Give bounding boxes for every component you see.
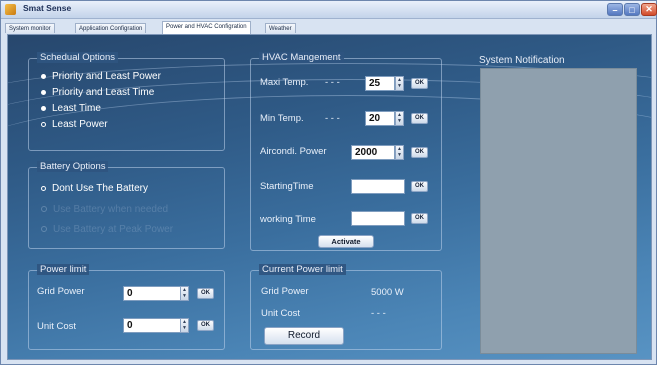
working-time-input[interactable] — [351, 211, 405, 226]
spin-down-icon: ▼ — [397, 83, 402, 89]
close-icon: ✕ — [645, 4, 653, 14]
tab-weather[interactable]: Weather — [265, 23, 296, 33]
spin-down-icon: ▼ — [397, 118, 402, 124]
min-temp-dash: - - - — [325, 113, 340, 124]
window-title: Smat Sense — [23, 3, 72, 13]
tab-power-and-hvac-configration[interactable]: Power and HVAC Configration — [162, 21, 251, 34]
max-temp-ok-button[interactable]: OK — [411, 78, 428, 89]
radio-empty-icon — [41, 206, 47, 213]
current-grid-power-label: Grid Power — [261, 286, 309, 297]
close-button[interactable]: ✕ — [641, 3, 657, 16]
unit-cost-input[interactable]: 0 — [123, 318, 181, 333]
starting-time-input[interactable] — [351, 179, 405, 194]
battery-option-use-when-needed[interactable]: Use Battery when needed — [41, 204, 168, 215]
radio-label: Priority and Least Time — [52, 87, 155, 98]
starting-time-ok-button[interactable]: OK — [411, 181, 428, 192]
schedual-option-priority-least-power[interactable]: Priority and Least Power — [41, 71, 161, 82]
power-limit-legend: Power limit — [37, 264, 90, 275]
current-grid-power-value: 5000 W — [371, 287, 404, 298]
radio-label: Dont Use The Battery — [52, 183, 148, 194]
min-temp-spinner[interactable]: ▲ ▼ — [395, 111, 404, 126]
spin-down-icon: ▼ — [182, 293, 187, 299]
battery-options-group: Battery Options Dont Use The Battery Use… — [28, 161, 225, 249]
schedual-option-priority-least-time[interactable]: Priority and Least Time — [41, 87, 154, 98]
current-power-limit-group: Current Power limit Grid Power 5000 W Un… — [250, 264, 442, 350]
radio-label: Priority and Least Power — [52, 71, 161, 82]
title-bar: Smat Sense – □ ✕ — [1, 1, 657, 19]
battery-option-use-at-peak[interactable]: Use Battery at Peak Power — [41, 224, 173, 235]
max-temp-input[interactable]: 25 — [365, 76, 395, 91]
tab-system-monitor[interactable]: System monitor — [5, 23, 55, 33]
radio-filled-icon — [41, 89, 46, 95]
power-limit-group: Power limit Grid Power 0 ▲ ▼ OK Unit Cost… — [28, 264, 225, 350]
working-time-ok-button[interactable]: OK — [411, 213, 428, 224]
maximize-icon: □ — [629, 4, 635, 15]
radio-filled-icon — [41, 73, 46, 79]
app-icon — [5, 4, 16, 15]
min-temp-label: Min Temp. — [260, 113, 304, 124]
current-power-limit-legend: Current Power limit — [259, 264, 346, 275]
grid-power-spinner[interactable]: ▲ ▼ — [180, 286, 189, 301]
record-button[interactable]: Record — [264, 327, 344, 345]
min-temp-ok-button[interactable]: OK — [411, 113, 428, 124]
max-temp-dash: - - - — [325, 77, 340, 88]
radio-label: Least Time — [52, 103, 101, 114]
aircondi-power-label: Aircondi. Power — [260, 146, 327, 157]
minimize-button[interactable]: – — [607, 3, 623, 16]
max-temp-label: Maxi Temp. — [260, 77, 309, 88]
grid-power-label: Grid Power — [37, 286, 85, 297]
schedual-options-legend: Schedual Options — [37, 52, 118, 63]
aircondi-power-input[interactable]: 2000 — [351, 145, 395, 160]
schedual-option-least-time[interactable]: Least Time — [41, 103, 101, 114]
tab-strip: System monitor Application Configration … — [5, 21, 654, 34]
battery-option-dont-use[interactable]: Dont Use The Battery — [41, 183, 148, 194]
radio-selected-icon — [41, 185, 46, 191]
current-unit-cost-value: - - - — [371, 308, 386, 319]
unit-cost-label: Unit Cost — [37, 321, 77, 332]
tab-application-configration[interactable]: Application Configration — [75, 23, 147, 33]
radio-label: Least Power — [52, 119, 108, 130]
radio-filled-icon — [41, 105, 46, 111]
radio-label: Use Battery when needed — [53, 204, 169, 215]
unit-cost-ok-button[interactable]: OK — [197, 320, 214, 331]
system-notification-area — [480, 68, 637, 354]
grid-power-ok-button[interactable]: OK — [197, 288, 214, 299]
minimize-icon: – — [612, 4, 618, 15]
aircondi-power-ok-button[interactable]: OK — [411, 147, 428, 158]
starting-time-label: StartingTime — [260, 181, 314, 192]
grid-power-input[interactable]: 0 — [123, 286, 181, 301]
radio-label: Use Battery at Peak Power — [53, 224, 174, 235]
radio-empty-icon — [41, 226, 47, 233]
system-notification-title: System Notification — [479, 55, 565, 66]
activate-button[interactable]: Activate — [318, 235, 374, 248]
hvac-management-legend: HVAC Mangement — [259, 52, 344, 63]
working-time-label: working Time — [260, 214, 316, 225]
aircondi-power-spinner[interactable]: ▲ ▼ — [395, 145, 404, 160]
unit-cost-spinner[interactable]: ▲ ▼ — [180, 318, 189, 333]
spin-down-icon: ▼ — [182, 325, 187, 331]
hvac-management-group: HVAC Mangement Maxi Temp. - - - 25 ▲ ▼ OK… — [250, 52, 442, 251]
schedual-option-least-power[interactable]: Least Power — [41, 119, 108, 130]
max-temp-spinner[interactable]: ▲ ▼ — [395, 76, 404, 91]
app-window: Smat Sense – □ ✕ System monitor Applicat… — [0, 0, 657, 365]
spin-down-icon: ▼ — [397, 152, 402, 158]
power-hvac-panel: Schedual Options Priority and Least Powe… — [7, 34, 652, 360]
maximize-button[interactable]: □ — [624, 3, 640, 16]
schedual-options-group: Schedual Options Priority and Least Powe… — [28, 52, 225, 151]
min-temp-input[interactable]: 20 — [365, 111, 395, 126]
battery-options-legend: Battery Options — [37, 161, 109, 172]
current-unit-cost-label: Unit Cost — [261, 308, 301, 319]
radio-selected-icon — [41, 121, 46, 127]
